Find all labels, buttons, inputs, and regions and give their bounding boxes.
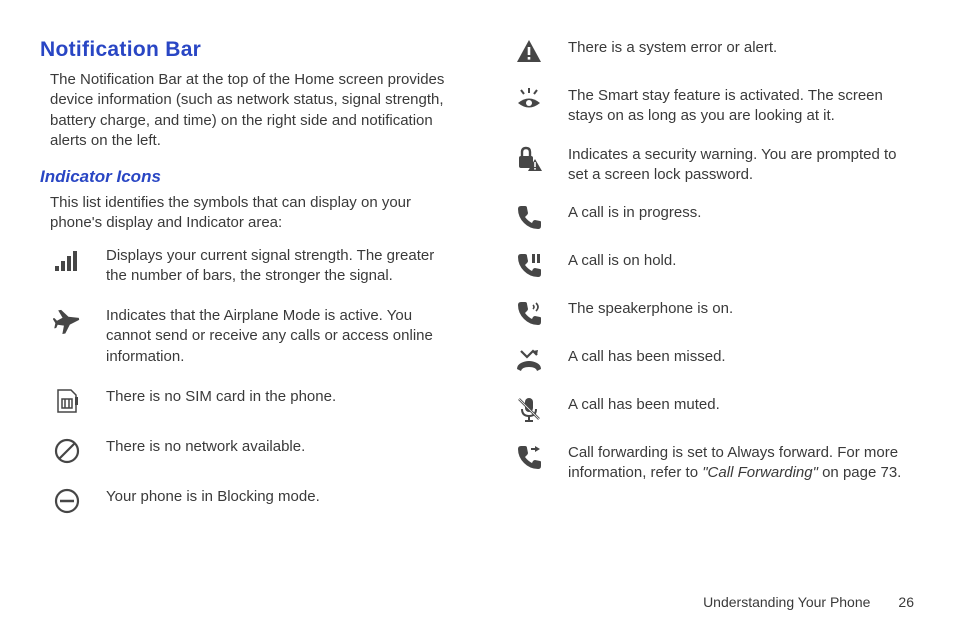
no-sim-icon (50, 387, 84, 417)
system-error-icon (512, 38, 546, 68)
icon-row: A call has been muted. (512, 395, 914, 425)
icon-description: A call has been muted. (568, 395, 914, 415)
icon-description: Displays your current signal strength. T… (106, 246, 452, 287)
icon-row: There is a system error or alert. (512, 38, 914, 68)
no-network-icon (50, 437, 84, 467)
icon-row: Indicates a security warning. You are pr… (512, 145, 914, 186)
icon-description: There is no network available. (106, 437, 452, 457)
blocking-mode-icon (50, 487, 84, 517)
call-on-hold-icon (512, 251, 546, 281)
call-muted-icon (512, 395, 546, 425)
icon-description: A call is in progress. (568, 203, 914, 223)
airplane-mode-icon (50, 306, 84, 336)
icon-description: Your phone is in Blocking mode. (106, 487, 452, 507)
icon-row: Call forwarding is set to Always forward… (512, 443, 914, 484)
icon-description: A call is on hold. (568, 251, 914, 271)
smart-stay-icon (512, 86, 546, 116)
section-intro: The Notification Bar at the top of the H… (50, 70, 452, 151)
icon-row: The speakerphone is on. (512, 299, 914, 329)
icon-row: The Smart stay feature is activated. The… (512, 86, 914, 127)
icon-row: There is no network available. (50, 437, 452, 467)
icon-row: A call has been missed. (512, 347, 914, 377)
icon-description: The speakerphone is on. (568, 299, 914, 319)
icon-row: Your phone is in Blocking mode. (50, 487, 452, 517)
icon-description: There is no SIM card in the phone. (106, 387, 452, 407)
page-footer: Understanding Your Phone 26 (703, 594, 914, 610)
signal-strength-icon (50, 246, 84, 276)
speakerphone-icon (512, 299, 546, 329)
icon-row: There is no SIM card in the phone. (50, 387, 452, 417)
subsection-intro: This list identifies the symbols that ca… (50, 193, 452, 234)
icon-description: Call forwarding is set to Always forward… (568, 443, 914, 484)
subsection-title: Indicator Icons (40, 167, 452, 187)
call-in-progress-icon (512, 203, 546, 233)
icon-row: Indicates that the Airplane Mode is acti… (50, 306, 452, 367)
icon-description: Indicates that the Airplane Mode is acti… (106, 306, 452, 367)
icon-description: A call has been missed. (568, 347, 914, 367)
icon-row: A call is on hold. (512, 251, 914, 281)
right-icon-list: There is a system error or alert. The Sm… (512, 38, 914, 484)
icon-description: Indicates a security warning. You are pr… (568, 145, 914, 186)
icon-row: Displays your current signal strength. T… (50, 246, 452, 287)
icon-description: There is a system error or alert. (568, 38, 914, 58)
icon-description: The Smart stay feature is activated. The… (568, 86, 914, 127)
call-forwarding-icon (512, 443, 546, 473)
missed-call-icon (512, 347, 546, 377)
left-icon-list: Displays your current signal strength. T… (50, 246, 452, 517)
icon-row: A call is in progress. (512, 203, 914, 233)
page-number: 26 (898, 594, 914, 610)
chapter-name: Understanding Your Phone (703, 594, 870, 610)
security-warning-icon (512, 145, 546, 175)
section-title: Notification Bar (40, 38, 452, 62)
